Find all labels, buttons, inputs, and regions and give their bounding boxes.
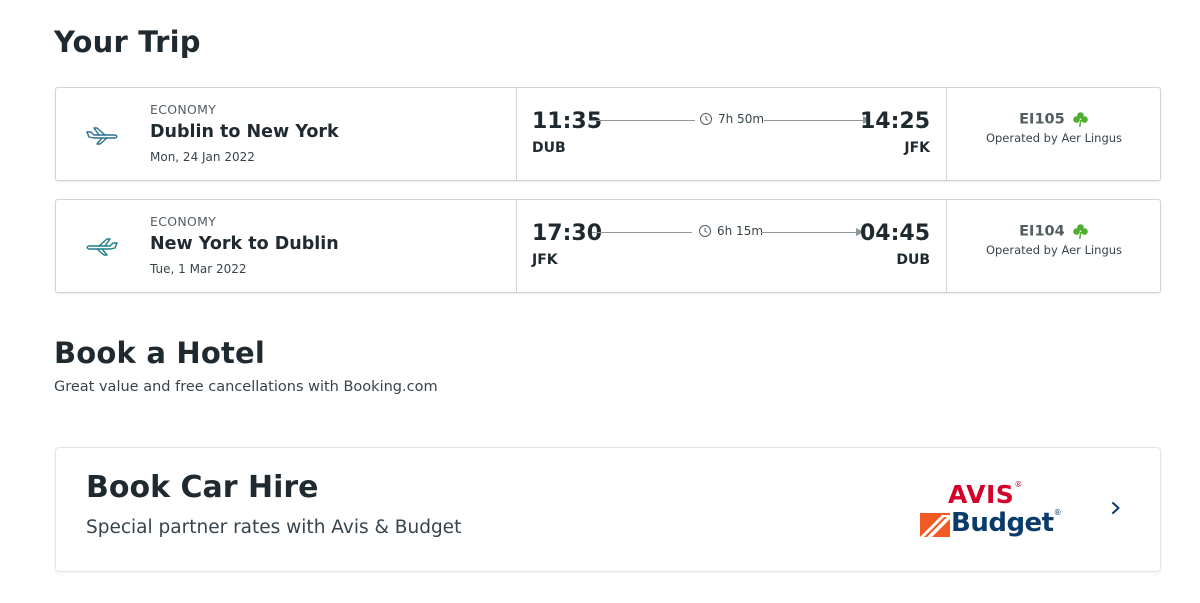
operator-text: Operated by Aer Lingus	[985, 243, 1123, 257]
departure-airport-code: DUB	[532, 140, 566, 156]
departure-time: 11:35	[532, 109, 603, 134]
arrival-airport-code: DUB	[896, 252, 930, 268]
route-title: New York to Dublin	[150, 234, 339, 254]
clock-icon	[700, 113, 712, 125]
flight-number-row: EI104	[947, 221, 1161, 240]
flight-number: EI105	[1019, 111, 1065, 128]
car-hire-title: Book Car Hire	[86, 470, 319, 505]
avis-logo-text: AVIS	[948, 480, 1015, 509]
flight-path-line	[764, 120, 864, 121]
budget-logo-mark	[920, 513, 950, 537]
flight-card-return[interactable]: ECONOMY New York to Dublin Tue, 1 Mar 20…	[55, 199, 1161, 293]
book-hotel-heading: Book a Hotel	[54, 336, 266, 370]
shamrock-icon	[1073, 112, 1088, 127]
departure-time: 17:30	[532, 221, 603, 246]
plane-takeoff-icon	[86, 127, 118, 145]
cabin-class: ECONOMY	[150, 214, 217, 229]
arrival-time: 04:45	[859, 221, 930, 246]
flight-path-line	[592, 232, 692, 233]
flight-number-row: EI105	[947, 109, 1161, 128]
car-hire-subtitle: Special partner rates with Avis & Budget	[86, 517, 462, 538]
your-trip-heading: Your Trip	[54, 25, 201, 59]
avis-logo: AVIS®	[948, 480, 1023, 509]
flight-date: Mon, 24 Jan 2022	[150, 150, 255, 164]
shamrock-icon	[1073, 224, 1088, 239]
flight-date: Tue, 1 Mar 2022	[150, 262, 247, 276]
trip-summary-page: Your Trip ECONOMY Dublin to New York Mon…	[0, 0, 1200, 603]
departure-airport-code: JFK	[532, 252, 558, 268]
flight-card-outbound[interactable]: ECONOMY Dublin to New York Mon, 24 Jan 2…	[55, 87, 1161, 181]
operator-text: Operated by Aer Lingus	[985, 131, 1123, 145]
plane-return-icon	[86, 238, 118, 256]
flight-path-line	[589, 120, 695, 121]
column-divider	[516, 88, 517, 180]
flight-number: EI104	[1019, 223, 1065, 240]
arrival-airport-code: JFK	[904, 140, 930, 156]
cabin-class: ECONOMY	[150, 102, 217, 117]
arrival-time: 14:25	[859, 109, 930, 134]
book-hotel-subtitle: Great value and free cancellations with …	[54, 379, 438, 395]
clock-icon	[699, 225, 711, 237]
chevron-right-icon[interactable]	[1109, 498, 1123, 518]
route-title: Dublin to New York	[150, 122, 339, 142]
flight-duration: 6h 15m	[717, 224, 764, 238]
car-hire-card[interactable]: Book Car Hire Special partner rates with…	[55, 447, 1161, 572]
column-divider	[516, 200, 517, 292]
budget-logo-text: Budget	[951, 508, 1054, 538]
flight-duration: 7h 50m	[718, 112, 765, 126]
budget-logo-wordmark: Budget®	[951, 508, 1062, 538]
flight-path-line	[761, 232, 857, 233]
